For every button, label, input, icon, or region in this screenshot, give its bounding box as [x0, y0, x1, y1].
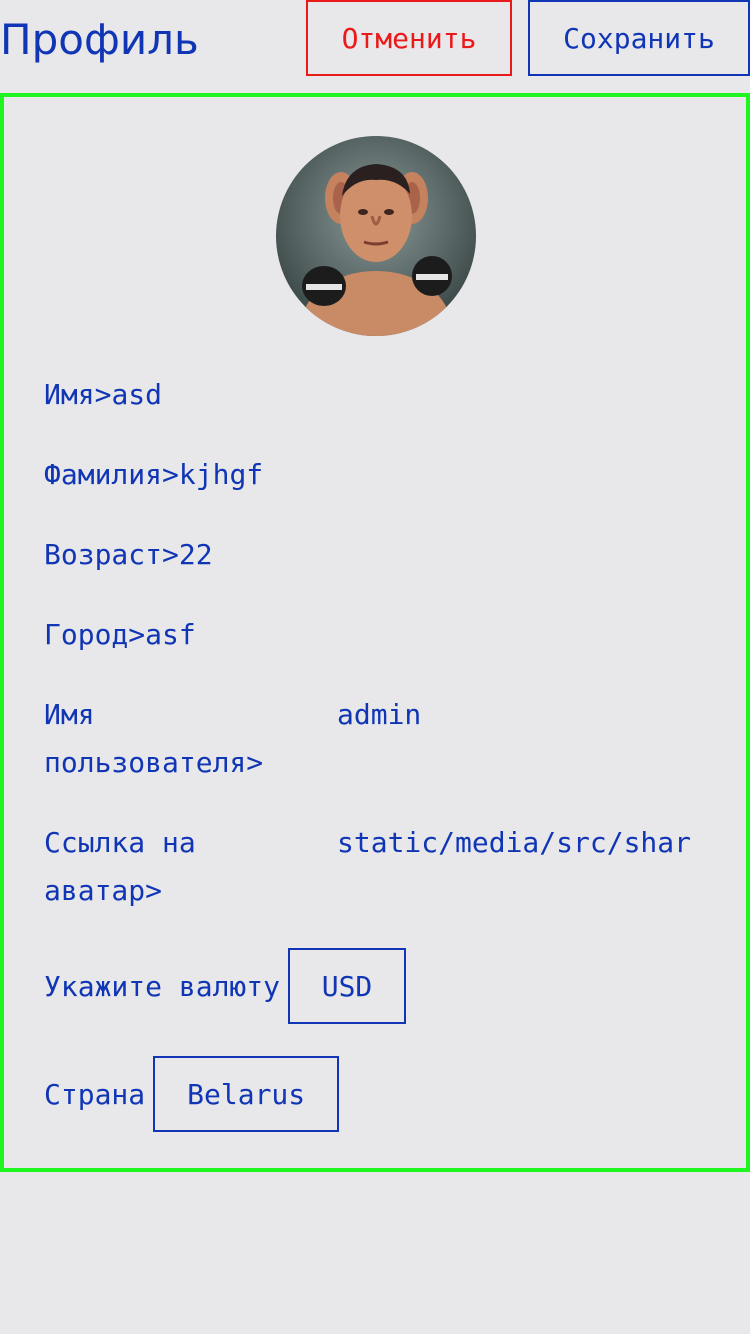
country-select[interactable]: Belarus	[153, 1056, 340, 1132]
avatar-link-label: Ссылка на аватар>	[44, 826, 196, 907]
page-title: Профиль	[0, 15, 199, 64]
avatar	[276, 136, 476, 336]
first-name-row: Имя>asd	[44, 371, 162, 419]
country-row: Страна Belarus	[44, 1056, 340, 1132]
age-row: Возраст>22	[44, 531, 213, 579]
currency-row: Укажите валюту USD	[44, 948, 407, 1024]
save-button[interactable]: Сохранить	[528, 0, 750, 76]
profile-card: Имя>asd Фамилия>kjhgf Возраст>22 Город>a…	[0, 93, 750, 1172]
avatar-link-row: Ссылка на аватар> static/media/src/shar	[44, 819, 744, 915]
cancel-button[interactable]: Отменить	[306, 0, 512, 76]
first-name-separator: >	[94, 378, 112, 411]
city-label: Город	[44, 618, 129, 651]
first-name-label: Имя	[44, 378, 95, 411]
last-name-separator: >	[162, 458, 179, 491]
header: Профиль Отменить Сохранить	[0, 0, 750, 80]
user-avatar-photo-icon	[276, 136, 476, 336]
last-name-row: Фамилия>kjhgf	[44, 451, 263, 499]
currency-label: Укажите валюту	[44, 969, 281, 1003]
age-label: Возраст	[44, 538, 163, 571]
username-row: Имя пользователя> admin	[44, 691, 744, 787]
username-label: Имя пользователя>	[44, 698, 264, 779]
username-value: admin	[337, 698, 422, 731]
country-label: Страна	[44, 1077, 146, 1111]
age-separator: >	[162, 538, 179, 571]
city-value: asf	[145, 618, 196, 651]
last-name-value: kjhgf	[178, 458, 264, 491]
last-name-label: Фамилия	[44, 458, 163, 491]
age-value: 22	[178, 538, 213, 571]
currency-select[interactable]: USD	[288, 948, 407, 1024]
avatar-link-value: static/media/src/shar	[337, 826, 692, 859]
city-separator: >	[128, 618, 146, 651]
city-row: Город>asf	[44, 611, 196, 659]
first-name-value: asd	[111, 378, 163, 411]
